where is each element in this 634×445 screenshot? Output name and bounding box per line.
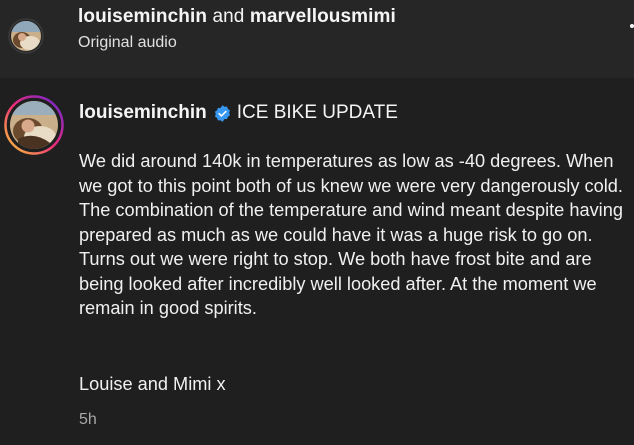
conjunction-text: and bbox=[212, 6, 245, 27]
audio-link[interactable]: Original audio bbox=[78, 34, 177, 52]
caption-username-link[interactable]: louiseminchin bbox=[79, 102, 207, 124]
post-header: louiseminchin and marvellousmimi Origina… bbox=[0, 0, 634, 78]
caption-headline: ICE BIKE UPDATE bbox=[236, 102, 398, 123]
caption-signoff: Louise and Mimi x bbox=[79, 374, 226, 394]
primary-username-link[interactable]: louiseminchin bbox=[78, 6, 207, 27]
collab-title: louiseminchin and marvellousmimi bbox=[78, 6, 396, 28]
avatar[interactable] bbox=[8, 18, 44, 54]
secondary-username-link[interactable]: marvellousmimi bbox=[250, 6, 396, 27]
avatar[interactable] bbox=[4, 95, 64, 155]
caption-header: louiseminchin ICE BIKE UPDATE bbox=[79, 102, 398, 124]
caption-section: louiseminchin ICE BIKE UPDATE We did aro… bbox=[0, 78, 634, 445]
verified-badge-icon bbox=[214, 104, 230, 122]
caption-body: We did around 140k in temperatures as lo… bbox=[79, 151, 623, 318]
post-timestamp[interactable]: 5h bbox=[79, 411, 97, 429]
more-options-icon[interactable] bbox=[630, 24, 634, 28]
